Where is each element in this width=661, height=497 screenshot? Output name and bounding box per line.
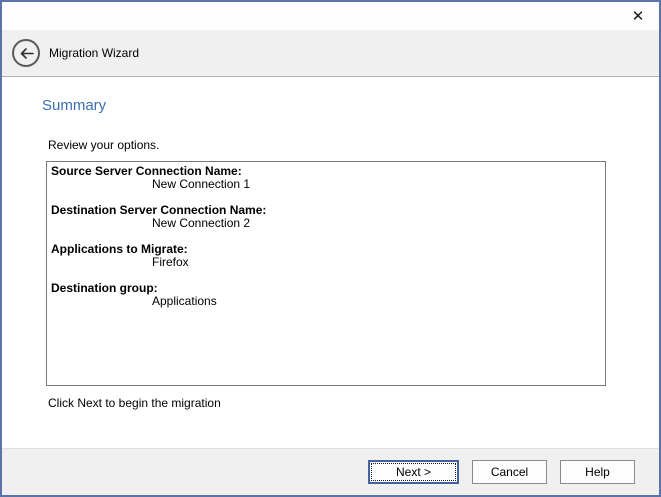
summary-item-destination-group: Destination group: Applications [51,282,601,308]
button-bar: Next > Cancel Help [2,448,659,495]
migration-wizard-window: ✕ Migration Wizard Summary Review your o… [0,0,661,497]
summary-item-applications: Applications to Migrate: Firefox [51,243,601,269]
back-button[interactable] [12,39,40,67]
summary-item-destination-connection: Destination Server Connection Name: New … [51,204,601,230]
summary-item-label: Applications to Migrate: [51,243,601,256]
cancel-button[interactable]: Cancel [472,460,547,484]
summary-item-source-connection: Source Server Connection Name: New Conne… [51,165,601,191]
back-arrow-icon [18,45,35,62]
summary-item-label: Destination group: [51,282,601,295]
next-instruction: Click Next to begin the migration [48,396,659,410]
summary-item-label: Source Server Connection Name: [51,165,601,178]
summary-box: Source Server Connection Name: New Conne… [46,161,606,386]
summary-item-value: Firefox [51,256,601,269]
help-button[interactable]: Help [560,460,635,484]
content-area: Summary Review your options. Source Serv… [2,77,659,448]
summary-item-label: Destination Server Connection Name: [51,204,601,217]
wizard-title: Migration Wizard [49,46,139,60]
close-icon[interactable]: ✕ [617,2,659,30]
summary-item-value: Applications [51,295,601,308]
summary-item-value: New Connection 2 [51,217,601,230]
summary-item-value: New Connection 1 [51,178,601,191]
next-button[interactable]: Next > [368,460,459,484]
review-instruction: Review your options. [48,138,659,152]
wizard-header: Migration Wizard [2,30,659,77]
page-title: Summary [42,97,659,114]
title-bar: ✕ [2,2,659,30]
